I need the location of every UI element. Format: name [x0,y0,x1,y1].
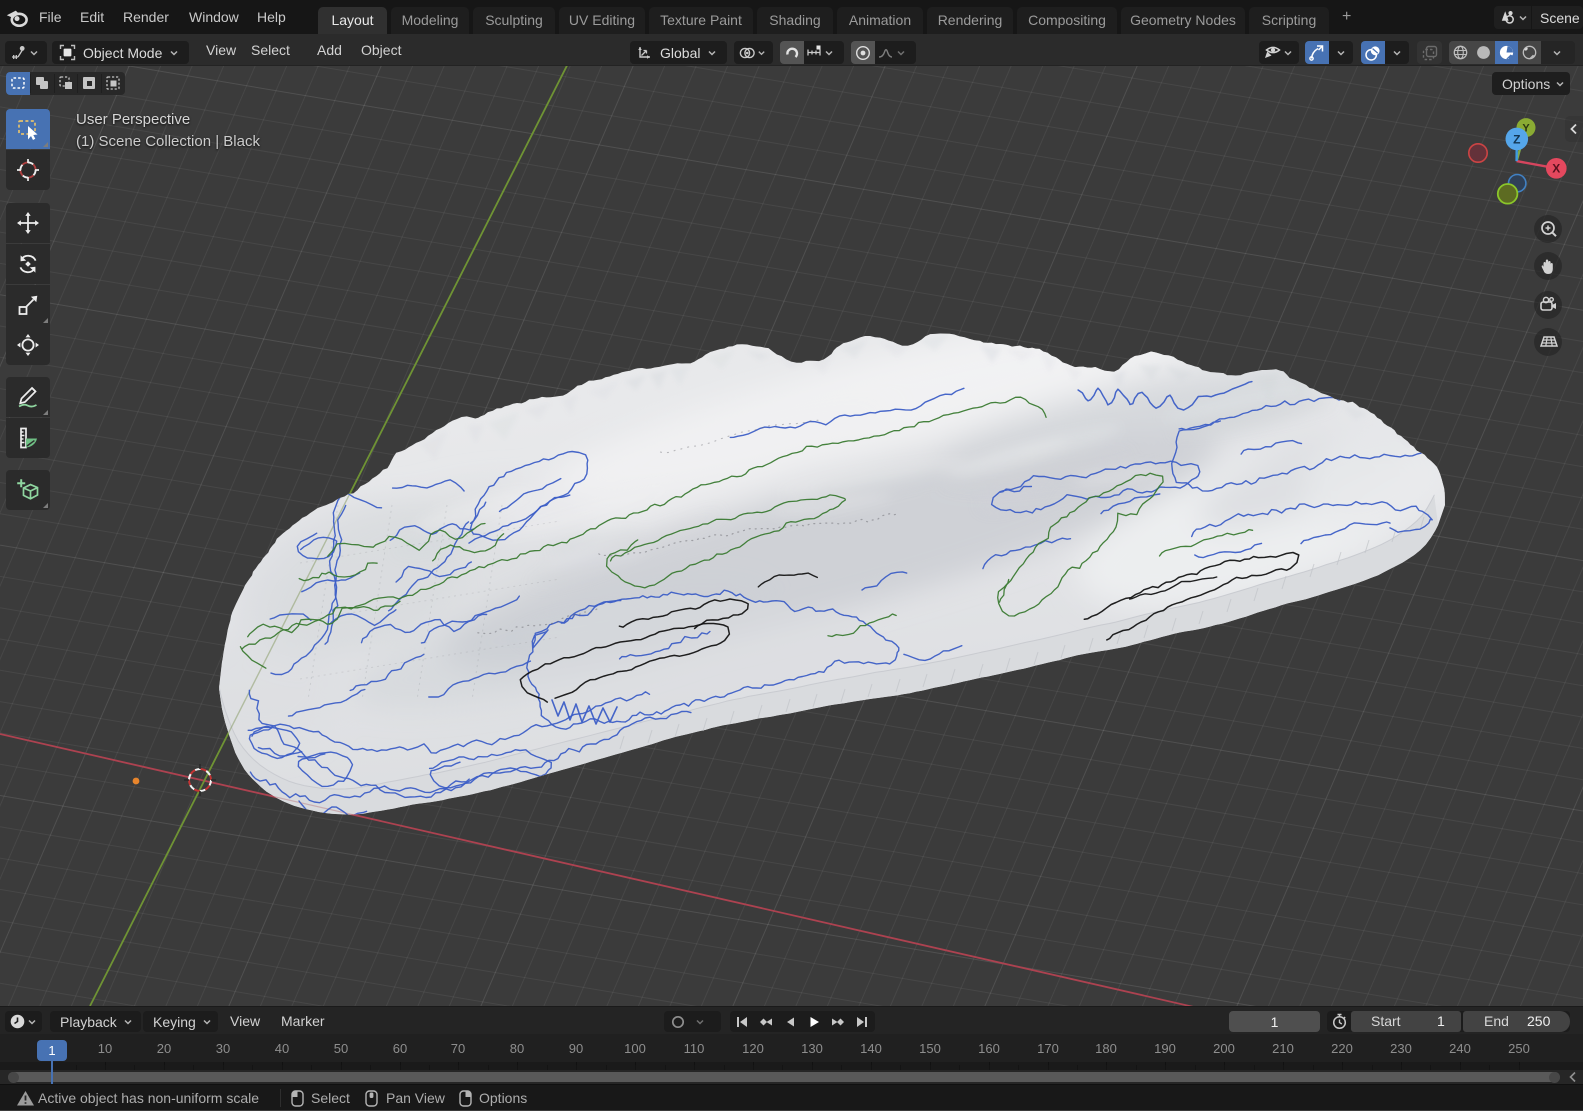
svg-text:Z: Z [1513,133,1520,147]
svg-text:X: X [1552,162,1560,176]
